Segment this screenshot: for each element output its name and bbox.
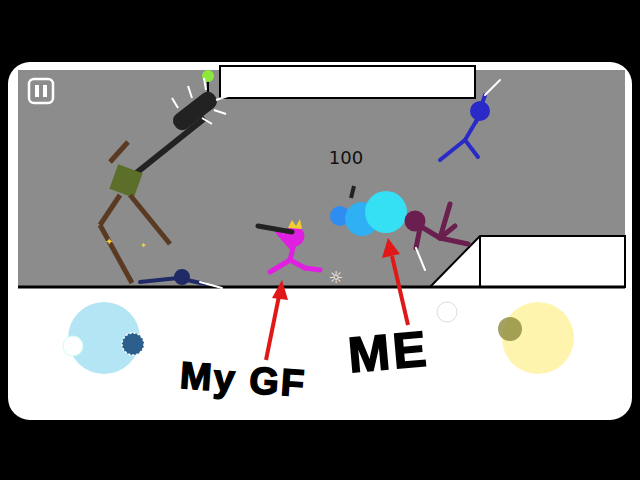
gear-icon: ☼ <box>329 268 343 287</box>
screen: 100✦✦☼My GFME <box>0 0 640 480</box>
action-button[interactable] <box>437 302 457 322</box>
game-canvas: 100✦✦☼My GFME <box>8 62 632 420</box>
flying-stickman <box>440 80 500 160</box>
arena <box>18 70 625 287</box>
attack-joystick[interactable] <box>498 302 574 374</box>
score: 100 <box>329 147 363 168</box>
mace-bot: ✦✦ <box>100 78 228 283</box>
me-label: ME <box>346 321 432 384</box>
game-card: 100✦✦☼My GFME <box>8 62 632 420</box>
pause-button[interactable] <box>29 79 53 103</box>
me-stickman <box>407 204 468 270</box>
move-joystick[interactable] <box>63 302 144 374</box>
platform <box>430 236 625 287</box>
gf-label: My GF <box>179 354 308 405</box>
me-arrow-icon <box>382 238 408 325</box>
gf-stickman <box>258 219 320 272</box>
svg-text:✦: ✦ <box>105 236 113 247</box>
energy-blast <box>330 186 407 236</box>
gf-arrow-icon <box>266 280 288 360</box>
ceiling-block <box>220 66 475 98</box>
svg-text:✦: ✦ <box>140 241 147 250</box>
fallen-stickman <box>140 271 222 288</box>
ground <box>18 286 625 289</box>
